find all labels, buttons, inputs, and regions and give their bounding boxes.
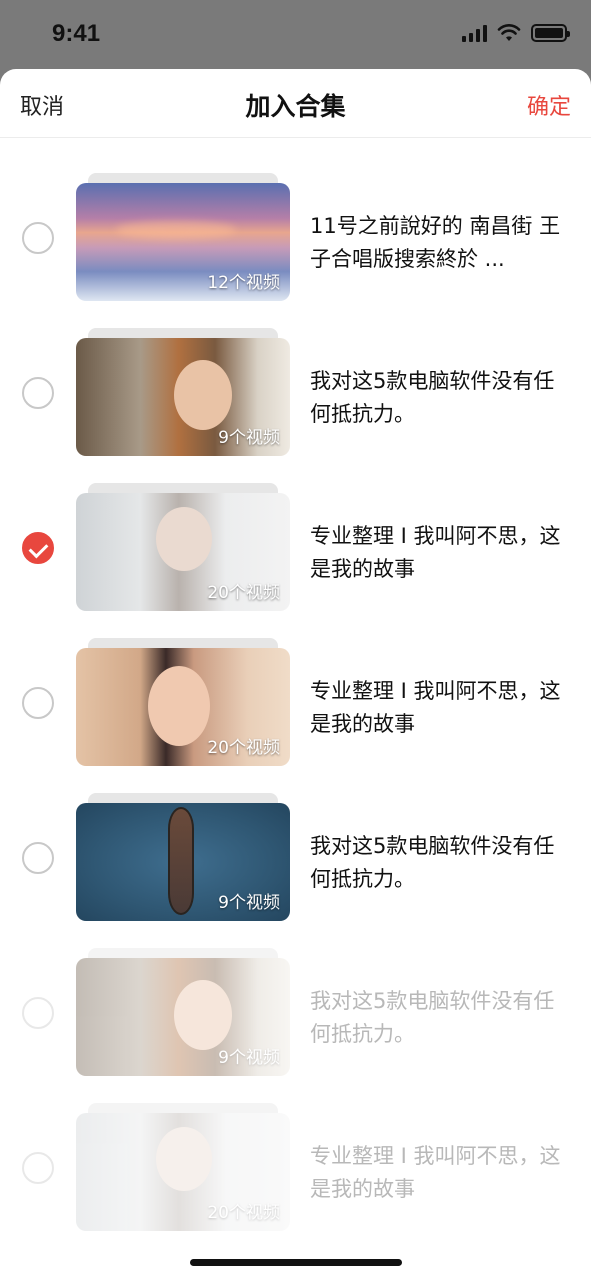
collection-item[interactable]: 20个视频 专业整理 I 我叫阿不思，这是我的故事: [0, 483, 591, 638]
add-to-collection-sheet: 取消 加入合集 确定 12个视频 11号之前說好的 南昌街 王子合唱版搜索終於 …: [0, 69, 591, 1280]
confirm-button[interactable]: 确定: [527, 89, 571, 121]
radio-button[interactable]: [22, 377, 54, 409]
collection-item[interactable]: 12个视频 11号之前說好的 南昌街 王子合唱版搜索終於 ...: [0, 173, 591, 328]
collection-thumbnail: 20个视频: [76, 483, 290, 613]
collection-thumbnail: 9个视频: [76, 328, 290, 458]
radio-button[interactable]: [22, 687, 54, 719]
collection-title: 我对这5款电脑软件没有任何抵抗力。: [310, 989, 555, 1046]
woman-portrait-2-image: 20个视频: [76, 648, 290, 766]
cellular-signal-icon: [462, 24, 487, 42]
collection-item[interactable]: 9个视频 我对这5款电脑软件没有任何抵抗力。: [0, 328, 591, 483]
woman-portrait-image: 9个视频: [76, 958, 290, 1076]
collection-title: 11号之前說好的 南昌街 王子合唱版搜索終於 ...: [310, 214, 561, 271]
collection-title: 专业整理 I 我叫阿不思，这是我的故事: [310, 679, 561, 736]
collection-thumbnail: 12个视频: [76, 173, 290, 303]
status-icons: [462, 24, 570, 42]
man-portrait-image: 20个视频: [76, 1113, 290, 1231]
collection-item-disabled: 9个视频 我对这5款电脑软件没有任何抵抗力。: [0, 948, 591, 1103]
collection-thumbnail: 20个视频: [76, 638, 290, 768]
collection-title: 专业整理 I 我叫阿不思，这是我的故事: [310, 1144, 561, 1201]
video-count: 12个视频: [207, 273, 280, 293]
video-count: 20个视频: [207, 1203, 280, 1223]
woman-portrait-image: 9个视频: [76, 338, 290, 456]
video-count: 9个视频: [218, 428, 280, 448]
radio-button[interactable]: [22, 842, 54, 874]
collection-title: 专业整理 I 我叫阿不思，这是我的故事: [310, 524, 561, 581]
video-count: 9个视频: [218, 1048, 280, 1068]
lake-sunset-image: 12个视频: [76, 183, 290, 301]
battery-icon: [531, 24, 570, 42]
radio-button[interactable]: [22, 222, 54, 254]
radio-button: [22, 997, 54, 1029]
radio-button-checked[interactable]: [22, 532, 54, 564]
boat-aerial-image: 9个视频: [76, 803, 290, 921]
collection-thumbnail: 9个视频: [76, 948, 290, 1078]
status-time: 9:41: [52, 20, 101, 47]
collection-item[interactable]: 9个视频 我对这5款电脑软件没有任何抵抗力。: [0, 793, 591, 948]
home-indicator[interactable]: [190, 1259, 402, 1266]
wifi-icon: [497, 24, 521, 41]
video-count: 9个视频: [218, 893, 280, 913]
man-portrait-image: 20个视频: [76, 493, 290, 611]
radio-button: [22, 1152, 54, 1184]
video-count: 20个视频: [207, 583, 280, 603]
video-count: 20个视频: [207, 738, 280, 758]
collection-item[interactable]: 20个视频 专业整理 I 我叫阿不思，这是我的故事: [0, 638, 591, 793]
sheet-title: 加入合集: [245, 92, 346, 121]
collection-title: 我对这5款电脑软件没有任何抵抗力。: [310, 834, 555, 891]
collection-thumbnail: 9个视频: [76, 793, 290, 923]
status-bar: 9:41: [0, 0, 591, 70]
collection-title: 我对这5款电脑软件没有任何抵抗力。: [310, 369, 555, 426]
collection-item-disabled: 20个视频 专业整理 I 我叫阿不思，这是我的故事: [0, 1103, 591, 1258]
collection-thumbnail: 20个视频: [76, 1103, 290, 1233]
sheet-header: 取消 加入合集 确定: [0, 69, 591, 138]
